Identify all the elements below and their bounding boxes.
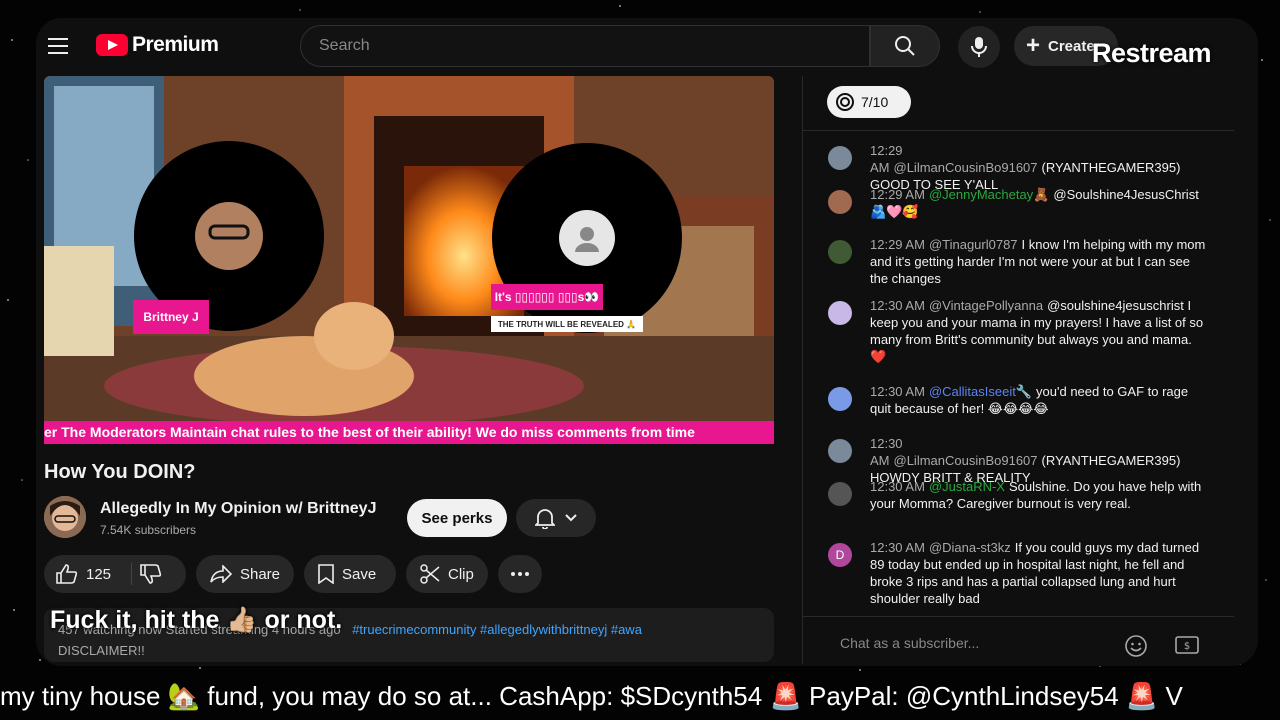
banner-sub: THE TRUTH WILL BE REVEALED 🙏: [491, 316, 643, 332]
bookmark-icon: [318, 564, 334, 584]
goal-icon: [836, 93, 854, 111]
voice-search-button[interactable]: [958, 26, 1000, 68]
chat-avatar-initial: D: [835, 548, 845, 562]
stream-scene: [44, 76, 774, 442]
youtube-premium-logo[interactable]: Premium: [96, 33, 219, 57]
chat-author[interactable]: @JennyMachetay🧸: [929, 187, 1049, 202]
share-label: Share: [239, 565, 280, 583]
chat-avatar[interactable]: [828, 301, 852, 325]
channel-avatar[interactable]: [44, 496, 86, 538]
search-placeholder: Search: [319, 37, 370, 54]
like-dislike-group: 125: [44, 555, 186, 593]
chat-message-body: 12:29 AM @JennyMachetay🧸 @Soulshine4JesusC…: [870, 186, 1210, 220]
video-ticker: er The Moderators Maintain chat rules to…: [44, 421, 774, 444]
description-line2: DISCLAIMER!!: [58, 643, 145, 658]
chat-timestamp: 12:30 AM: [870, 298, 925, 313]
brand-text: Premium: [132, 33, 219, 56]
menu-icon[interactable]: [48, 38, 68, 54]
chat-input-placeholder: Chat as a subscriber...: [840, 635, 980, 651]
emoji-icon[interactable]: [1124, 634, 1148, 658]
chat-avatar[interactable]: [828, 146, 852, 170]
banner-sub-text: THE TRUTH WILL BE REVEALED 🙏: [497, 319, 637, 329]
chat-author[interactable]: @VintagePollyanna: [929, 298, 1043, 313]
video-ticker-text: er The Moderators Maintain chat rules to…: [44, 424, 695, 440]
chat-author[interactable]: @Tinagurl0787: [929, 237, 1018, 252]
goal-text: 7/10: [861, 94, 889, 110]
channel-name[interactable]: Allegedly In My Opinion w/ BrittneyJ: [100, 500, 376, 518]
chat-message-body: 12:30 AM @CallitasIseeit🔧 you'd need to GA…: [870, 383, 1210, 417]
save-button[interactable]: Save: [304, 555, 396, 593]
notification-button[interactable]: [516, 499, 596, 537]
thumbs-up-icon[interactable]: [56, 564, 78, 584]
chat-message-body: 12:29 AM @Tinagurl0787 I know I'm helping …: [870, 236, 1210, 287]
donation-ticker-text: my tiny house 🏡 fund, you may do so at..…: [0, 681, 1183, 711]
svg-text:$: $: [1184, 641, 1190, 652]
chat-author[interactable]: @CallitasIseeit🔧: [929, 384, 1032, 399]
clip-label: Clip: [448, 565, 474, 583]
youtube-play-icon: [96, 34, 128, 56]
guest-name-tag: Brittney J: [133, 300, 209, 334]
chat-timestamp: 12:29 AM: [870, 187, 925, 202]
more-horizontal-icon: [511, 572, 529, 576]
donation-ticker: my tiny house 🏡 fund, you may do so at..…: [0, 676, 1280, 716]
chat-input-bar: Chat as a subscriber... $: [802, 616, 1234, 664]
microphone-icon: [971, 37, 987, 57]
search-input[interactable]: Search: [300, 25, 870, 67]
chat-divider: [802, 130, 1234, 131]
chat-avatar[interactable]: [828, 482, 852, 506]
chat-avatar[interactable]: D: [828, 543, 852, 567]
subscriber-count: 7.54K subscribers: [100, 523, 197, 537]
guest-name: Brittney J: [143, 310, 199, 324]
super-chat-icon[interactable]: $: [1174, 634, 1200, 658]
search-button[interactable]: [870, 25, 940, 67]
video-player[interactable]: Brittney J It's ▯▯▯▯▯▯ ▯▯▯s👀 THE TRUTH W…: [44, 76, 774, 442]
chat-timestamp: 12:30 AM: [870, 540, 925, 555]
share-icon: [210, 565, 232, 583]
chat-author[interactable]: @Diana-st3kz: [929, 540, 1011, 555]
video-title: How You DOIN?: [44, 461, 196, 483]
save-label: Save: [342, 565, 377, 583]
plus-icon: +: [1026, 32, 1041, 59]
chat-message-body: 12:30 AM @Diana-st3kz If you could guys my…: [870, 539, 1210, 607]
like-count: 125: [86, 565, 112, 583]
channel-avatar-image: [44, 496, 86, 538]
chevron-down-icon: [565, 514, 577, 522]
banner-main: It's ▯▯▯▯▯▯ ▯▯▯s👀: [491, 284, 603, 310]
chat-timestamp: 12:29 AM: [870, 237, 925, 252]
restream-watermark: Restream: [1092, 38, 1212, 68]
hashtags[interactable]: #truecrimecommunity #allegedlywithbrittn…: [352, 622, 642, 637]
scissors-icon: [420, 564, 440, 584]
clip-button[interactable]: Clip: [406, 555, 488, 593]
share-button[interactable]: Share: [196, 555, 294, 593]
chat-timestamp: 12:30 AM: [870, 384, 925, 399]
chat-avatar[interactable]: [828, 439, 852, 463]
chat-goal-badge[interactable]: 7/10: [827, 86, 911, 118]
banner-main-text: It's ▯▯▯▯▯▯ ▯▯▯s👀: [494, 290, 600, 304]
chat-avatar[interactable]: [828, 190, 852, 214]
chat-avatar[interactable]: [828, 387, 852, 411]
chat-author[interactable]: @LilmanCousinBo91607: [894, 160, 1038, 175]
search-icon: [895, 36, 915, 56]
chat-timestamp: 12:30 AM: [870, 479, 925, 494]
more-actions-button[interactable]: [498, 555, 542, 593]
chat-author[interactable]: @LilmanCousinBo91607: [894, 453, 1038, 468]
stream-stage: Premium Search + Create Restream Brittne…: [0, 0, 1280, 720]
thumbs-down-icon[interactable]: [140, 564, 162, 584]
like-divider: [131, 563, 133, 585]
chat-message-body: 12:30 AM @JustaRN-X Soulshine. Do you have…: [870, 478, 1210, 512]
chat-input[interactable]: Chat as a subscriber...: [828, 627, 1128, 659]
bell-icon: [535, 509, 555, 529]
see-perks-button[interactable]: See perks: [407, 499, 507, 537]
overlay-caption: Fuck it, hit the 👍🏼 or not.: [50, 606, 343, 634]
create-label: Create: [1048, 37, 1095, 55]
chat-avatar[interactable]: [828, 240, 852, 264]
chat-author[interactable]: @JustaRN-X: [929, 479, 1005, 494]
chat-message-body: 12:30 AM @VintagePollyanna @soulshine4jesu…: [870, 297, 1210, 365]
